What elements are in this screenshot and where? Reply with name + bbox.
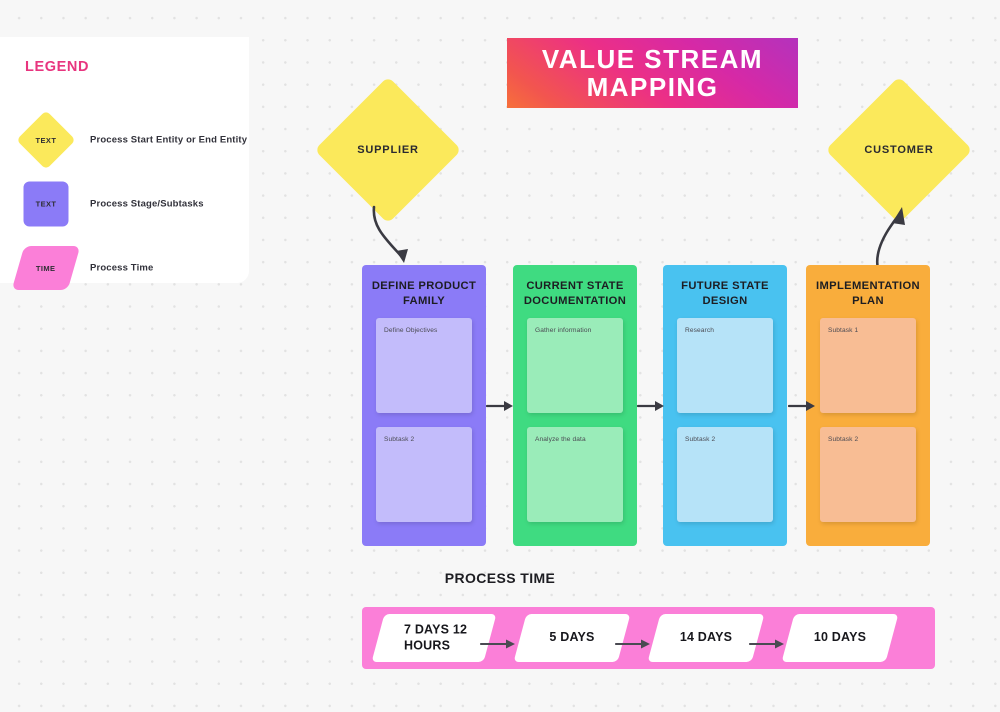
- legend-item-process-time: TIME Process Time: [0, 237, 249, 299]
- legend-item-start-end-entity: TEXT Process Start Entity or End Entity: [0, 109, 249, 171]
- process-stage-column-future-state-design[interactable]: FUTURE STATE DESIGN Research Subtask 2: [663, 265, 787, 546]
- subtask-label: Gather information: [535, 327, 592, 334]
- subtask-label: Subtask 2: [384, 436, 415, 443]
- legend-description-process-stage: Process Stage/Subtasks: [90, 198, 204, 210]
- legend-item-process-stage: TEXT Process Stage/Subtasks: [0, 173, 249, 235]
- flow-arrow-right-icon: [788, 401, 815, 411]
- subtask-card[interactable]: Define Objectives: [376, 318, 472, 413]
- column-title: DEFINE PRODUCT FAMILY: [371, 280, 477, 308]
- process-time-arrow-icon: [749, 639, 784, 649]
- process-time-value: 5 DAYS: [549, 630, 595, 645]
- legend-square-label: TEXT: [35, 199, 57, 209]
- subtask-label: Subtask 2: [685, 436, 716, 443]
- supplier-entity-label: SUPPLIER: [357, 144, 419, 156]
- subtask-label: Analyze the data: [535, 436, 586, 443]
- column-title: CURRENT STATE DOCUMENTATION: [523, 280, 627, 308]
- flow-arrow-right-icon: [486, 401, 513, 411]
- legend-panel: LEGEND TEXT Process Start Entity or End …: [0, 37, 249, 290]
- process-time-value: 10 DAYS: [813, 630, 867, 645]
- legend-description-start-end-entity: Process Start Entity or End Entity: [90, 134, 248, 146]
- subtask-card[interactable]: Gather information: [527, 318, 623, 413]
- process-time-band: 7 DAYS 12 HOURS 5 DAYS 14 DAYS 10 DAYS: [362, 607, 935, 669]
- process-time-arrow-icon: [480, 639, 515, 649]
- subtask-label: Define Objectives: [384, 327, 438, 334]
- subtask-card[interactable]: Subtask 2: [677, 427, 773, 522]
- legend-diamond-label: TEXT: [35, 135, 57, 145]
- process-stage-column-current-state-documentation[interactable]: CURRENT STATE DOCUMENTATION Gather infor…: [513, 265, 637, 546]
- column-title: IMPLEMENTATION PLAN: [816, 280, 920, 308]
- subtask-label: Research: [685, 327, 715, 334]
- page-title-banner: VALUE STREAM MAPPING: [507, 38, 798, 108]
- process-stage-column-implementation-plan[interactable]: IMPLEMENTATION PLAN Subtask 1 Subtask 2: [806, 265, 930, 546]
- legend-diamond-swatch: TEXT: [16, 109, 76, 171]
- legend-parallelogram-swatch: TIME: [11, 237, 81, 299]
- process-stage-column-define-product-family[interactable]: DEFINE PRODUCT FAMILY Define Objectives …: [362, 265, 486, 546]
- page-title-line-2: MAPPING: [586, 72, 719, 102]
- process-time-arrow-icon: [615, 639, 650, 649]
- process-time-heading: PROCESS TIME: [444, 570, 556, 586]
- legend-square-swatch: TEXT: [16, 173, 76, 235]
- legend-heading: LEGEND: [25, 59, 90, 75]
- diamond-shape-icon: TEXT: [16, 110, 76, 170]
- process-time-value: 7 DAYS 12 HOURS: [404, 622, 468, 652]
- subtask-card[interactable]: Subtask 1: [820, 318, 916, 413]
- square-shape-icon: TEXT: [23, 181, 69, 227]
- supplier-entity-node[interactable]: SUPPLIER: [314, 76, 462, 224]
- subtask-label: Subtask 1: [828, 327, 859, 334]
- process-time-chip[interactable]: 10 DAYS: [781, 614, 899, 662]
- customer-entity-node[interactable]: CUSTOMER: [825, 76, 973, 224]
- customer-entity-label: CUSTOMER: [864, 144, 934, 156]
- subtask-card[interactable]: Analyze the data: [527, 427, 623, 522]
- stage-to-customer-arrow: [875, 207, 905, 271]
- parallelogram-shape-icon: TIME: [11, 246, 81, 290]
- supplier-to-stage-arrow: [372, 205, 408, 263]
- subtask-label: Subtask 2: [828, 436, 859, 443]
- column-title: FUTURE STATE DESIGN: [681, 280, 769, 308]
- process-time-chip[interactable]: 7 DAYS 12 HOURS: [371, 614, 497, 662]
- process-time-chip[interactable]: 5 DAYS: [513, 614, 631, 662]
- legend-description-process-time: Process Time: [90, 262, 154, 274]
- subtask-card[interactable]: Research: [677, 318, 773, 413]
- subtask-card[interactable]: Subtask 2: [820, 427, 916, 522]
- flow-arrow-right-icon: [637, 401, 664, 411]
- legend-parallelogram-label: TIME: [36, 263, 56, 273]
- process-time-value: 14 DAYS: [679, 630, 733, 645]
- page-title-line-1: VALUE STREAM: [541, 44, 764, 74]
- process-time-chip[interactable]: 14 DAYS: [647, 614, 765, 662]
- subtask-card[interactable]: Subtask 2: [376, 427, 472, 522]
